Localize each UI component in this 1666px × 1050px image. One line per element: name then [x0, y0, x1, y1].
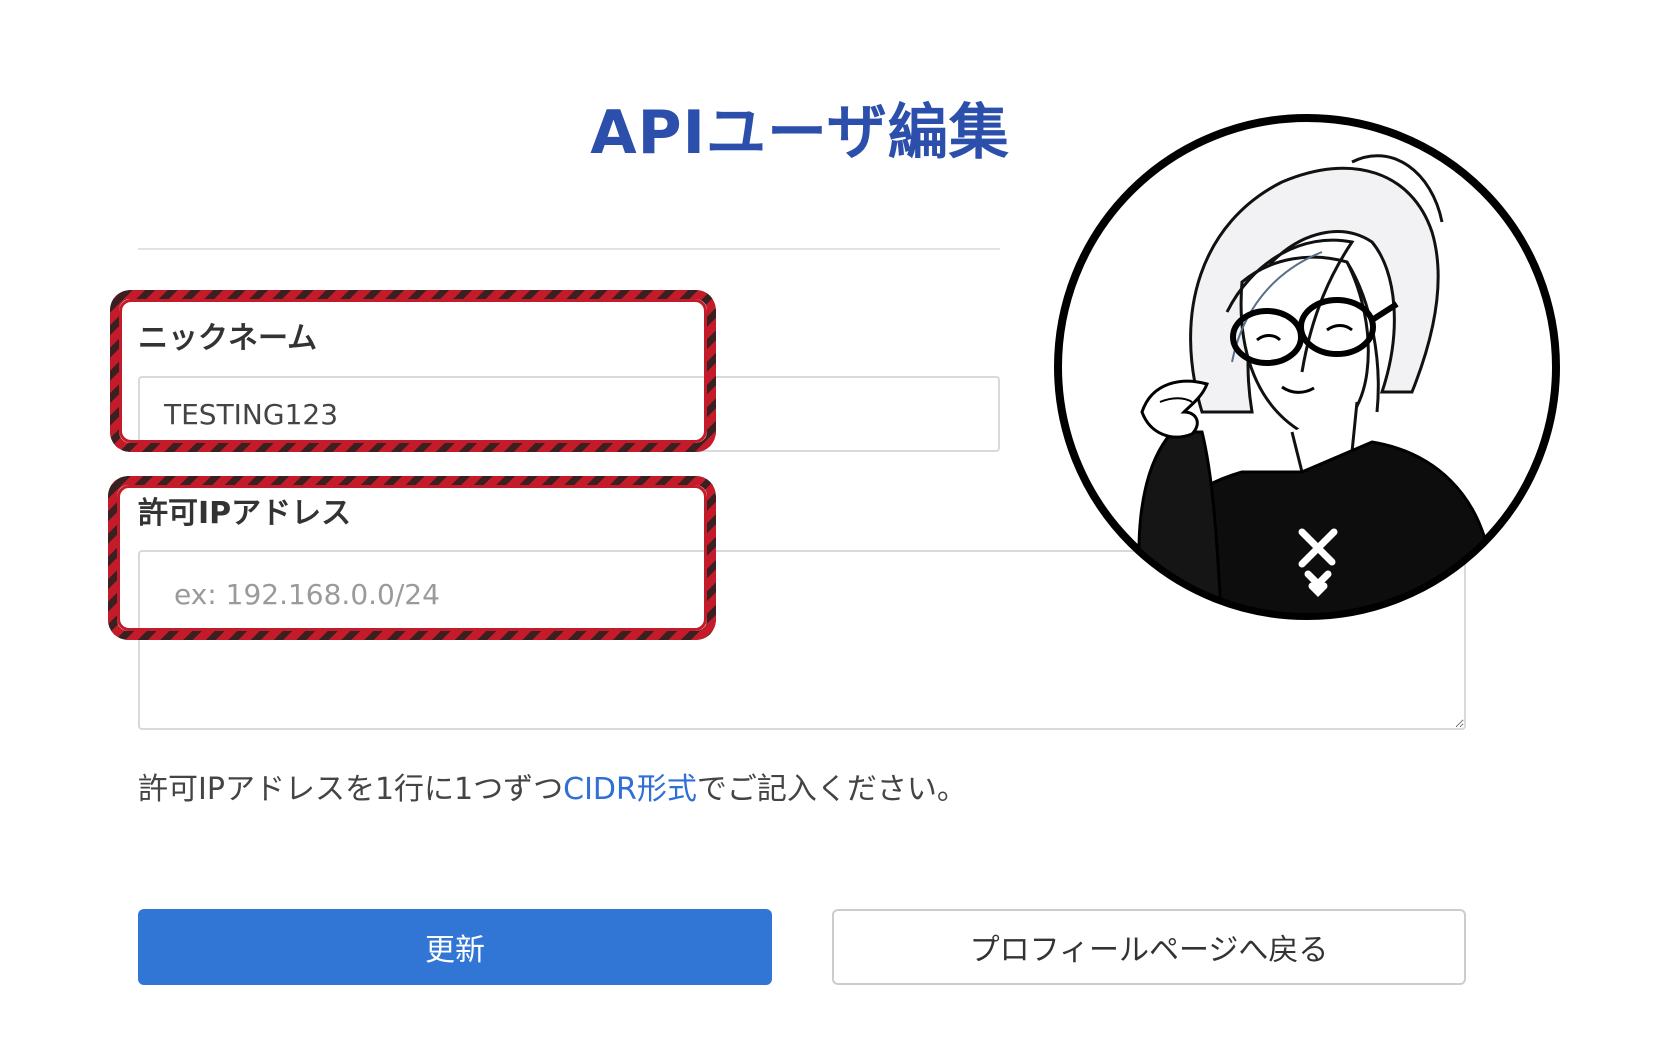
- allowed-ip-label: 許可IPアドレス: [138, 496, 352, 531]
- user-avatar: [1054, 114, 1560, 620]
- help-text-prefix: 許可IPアドレスを1行に1つずつ: [138, 772, 564, 807]
- nickname-input[interactable]: [138, 376, 1000, 452]
- divider: [138, 248, 1000, 250]
- update-button[interactable]: 更新: [138, 909, 772, 985]
- cidr-format-link[interactable]: CIDR形式: [563, 772, 697, 807]
- back-to-profile-button[interactable]: プロフィールページへ戻る: [832, 909, 1466, 985]
- help-text-suffix: でご記入ください。: [696, 772, 967, 807]
- help-text: 許可IPアドレスを1行に1つずつCIDR形式でご記入ください。: [138, 764, 967, 808]
- nickname-label: ニックネーム: [138, 321, 318, 356]
